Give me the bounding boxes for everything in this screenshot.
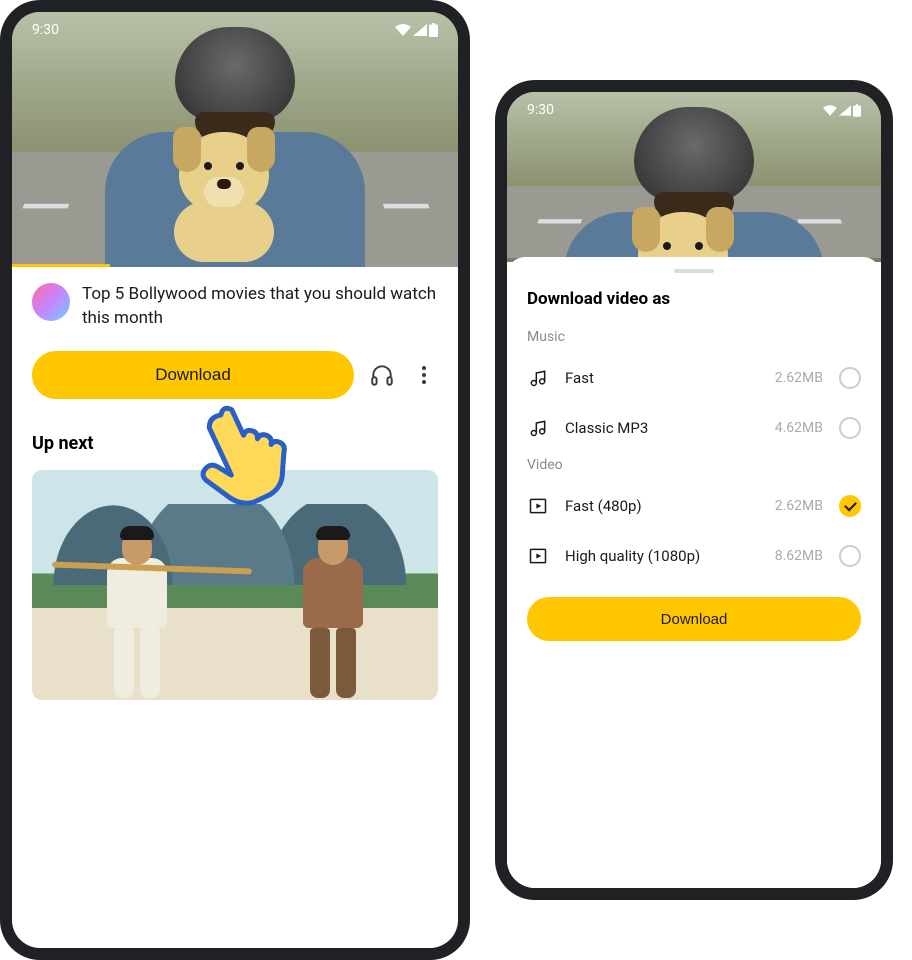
video-info: Top 5 Bollywood movies that you should w… <box>12 267 458 341</box>
screen-right: 9:30 Download video as Music <box>507 92 881 888</box>
action-row: Download <box>12 341 458 421</box>
video-hero[interactable] <box>12 12 458 267</box>
video-title: Top 5 Bollywood movies that you should w… <box>82 283 438 331</box>
headphones-icon[interactable] <box>368 361 396 389</box>
status-bar: 9:30 <box>12 12 458 48</box>
radio-unchecked[interactable] <box>839 367 861 389</box>
radio-unchecked[interactable] <box>839 417 861 439</box>
option-size: 2.62MB <box>775 498 823 514</box>
music-icon <box>527 417 549 439</box>
status-icons <box>823 104 861 117</box>
upnext-thumbnail[interactable] <box>32 470 438 700</box>
wifi-icon <box>823 105 837 116</box>
upnext-heading: Up next <box>12 421 458 470</box>
battery-icon <box>429 23 438 37</box>
sheet-handle[interactable] <box>674 269 714 273</box>
option-label: Fast <box>565 369 759 387</box>
signal-icon <box>839 105 851 116</box>
group-music-label: Music <box>507 325 881 353</box>
battery-icon <box>853 104 861 117</box>
phone-right: 9:30 Download video as Music <box>495 80 893 900</box>
option-video-fast[interactable]: Fast (480p) 2.62MB <box>507 481 881 531</box>
option-size: 2.62MB <box>775 370 823 386</box>
option-music-fast[interactable]: Fast 2.62MB <box>507 353 881 403</box>
download-sheet: Download video as Music Fast 2.62MB Clas… <box>507 257 881 888</box>
more-icon[interactable] <box>410 361 438 389</box>
wifi-icon <box>395 24 411 36</box>
sheet-title: Download video as <box>507 289 881 325</box>
sheet-download-button[interactable]: Download <box>527 597 861 641</box>
option-size: 4.62MB <box>775 420 823 436</box>
status-time: 9:30 <box>32 22 59 38</box>
group-video-label: Video <box>507 453 881 481</box>
phone-left: 9:30 Top 5 Bollywood movies that you sho… <box>0 0 470 960</box>
option-label: Fast (480p) <box>565 497 759 515</box>
video-progress[interactable] <box>12 264 110 267</box>
option-label: Classic MP3 <box>565 419 759 437</box>
channel-avatar[interactable] <box>32 283 70 321</box>
download-button[interactable]: Download <box>32 351 354 399</box>
option-video-hq[interactable]: High quality (1080p) 8.62MB <box>507 531 881 581</box>
radio-checked[interactable] <box>839 495 861 517</box>
signal-icon <box>413 24 427 36</box>
radio-unchecked[interactable] <box>839 545 861 567</box>
status-time: 9:30 <box>527 102 554 118</box>
video-icon <box>527 545 549 567</box>
music-icon <box>527 367 549 389</box>
option-label: High quality (1080p) <box>565 547 759 565</box>
option-size: 8.62MB <box>775 548 823 564</box>
screen-left: 9:30 Top 5 Bollywood movies that you sho… <box>12 12 458 948</box>
status-bar: 9:30 <box>507 92 881 128</box>
option-music-classic[interactable]: Classic MP3 4.62MB <box>507 403 881 453</box>
status-icons <box>395 23 438 37</box>
video-icon <box>527 495 549 517</box>
